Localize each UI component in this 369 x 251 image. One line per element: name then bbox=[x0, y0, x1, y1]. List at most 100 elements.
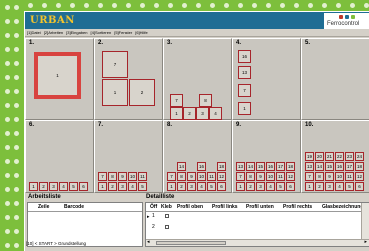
slot-box[interactable]: 1 bbox=[29, 182, 38, 191]
column-header-oeff[interactable]: Öff bbox=[150, 204, 157, 210]
slot-box[interactable]: 8 bbox=[177, 172, 186, 181]
slot-box[interactable]: 2 bbox=[177, 182, 186, 191]
slot-box[interactable]: 11 bbox=[345, 172, 354, 181]
scrollbar-thumb[interactable] bbox=[156, 241, 226, 245]
slot-box[interactable]: 11 bbox=[276, 172, 285, 181]
slot-box[interactable]: 14 bbox=[246, 162, 255, 171]
column-header-profil-unten[interactable]: Profil unten bbox=[246, 204, 274, 210]
slot-box[interactable]: 1 bbox=[98, 182, 107, 191]
slot-box[interactable]: 13 bbox=[305, 162, 314, 171]
slot-box[interactable]: 1 bbox=[238, 102, 251, 115]
slot-box[interactable]: 18 bbox=[217, 162, 226, 171]
slot-box[interactable]: 4 bbox=[59, 182, 68, 191]
slot-box[interactable]: 4 bbox=[128, 182, 137, 191]
slot-box[interactable]: 10 bbox=[335, 172, 344, 181]
slot-box[interactable]: 4 bbox=[209, 107, 222, 120]
column-header-kleb[interactable]: Kleb bbox=[161, 204, 172, 210]
scroll-right-icon[interactable]: ▸ bbox=[364, 239, 367, 245]
column-header-profil-oben[interactable]: Profil oben bbox=[177, 204, 203, 210]
slot-box[interactable]: 3 bbox=[49, 182, 58, 191]
slot-box[interactable]: 19 bbox=[305, 152, 314, 161]
section-4[interactable]: 4. 16 13 7 1 bbox=[232, 38, 301, 120]
column-header-glasbezeichnung[interactable]: Glasbezeichnung bbox=[322, 204, 363, 210]
slot-box[interactable]: 1 bbox=[102, 79, 128, 106]
slot-box[interactable]: 20 bbox=[315, 152, 324, 161]
slot-box[interactable]: 9 bbox=[187, 172, 196, 181]
slot-box[interactable]: 9 bbox=[256, 172, 265, 181]
slot-box[interactable]: 3 bbox=[187, 182, 196, 191]
slot-box[interactable]: 14 bbox=[315, 162, 324, 171]
menu-item-datei[interactable]: [1]Datei bbox=[27, 29, 41, 36]
slot-box[interactable]: 18 bbox=[286, 162, 295, 171]
slot-box[interactable]: 10 bbox=[266, 172, 275, 181]
row-number[interactable]: 2 bbox=[152, 224, 155, 230]
section-8[interactable]: 8. 14 16 18 7 8 9 10 11 12 1 2 3 4 5 6 bbox=[163, 120, 232, 193]
slot-box[interactable]: 7 bbox=[102, 51, 128, 78]
slot-box[interactable]: 9 bbox=[118, 172, 127, 181]
section-9[interactable]: 9. 13 14 15 16 17 18 7 8 9 10 11 12 1 2 3 4 5 6 bbox=[232, 120, 301, 193]
slot-box[interactable]: 16 bbox=[238, 50, 251, 63]
slot-box[interactable]: 6 bbox=[217, 182, 226, 191]
detaillist-table[interactable]: Öff Kleb Profil oben Profil links Profil… bbox=[145, 202, 369, 247]
slot-box[interactable]: 21 bbox=[325, 152, 334, 161]
kleb-checkbox[interactable] bbox=[165, 214, 169, 218]
slot-box[interactable]: 4 bbox=[197, 182, 206, 191]
slot-box[interactable]: 22 bbox=[335, 152, 344, 161]
slot-box[interactable]: 2 bbox=[108, 182, 117, 191]
section-5[interactable]: 5. bbox=[301, 38, 369, 120]
slot-box[interactable]: 15 bbox=[256, 162, 265, 171]
slot-box[interactable]: 1 bbox=[236, 182, 245, 191]
menu-item-fenster[interactable]: [5]Fenster bbox=[114, 29, 132, 36]
slot-box[interactable]: 8 bbox=[199, 94, 212, 107]
slot-box[interactable]: 12 bbox=[217, 172, 226, 181]
slot-box[interactable]: 2 bbox=[39, 182, 48, 191]
horizontal-scrollbar[interactable]: ◂ ▸ bbox=[146, 239, 369, 246]
menu-item-hilfe[interactable]: [6]Hilfe bbox=[135, 29, 147, 36]
vertical-scrollbar[interactable] bbox=[361, 203, 369, 239]
slot-box[interactable]: 7 bbox=[98, 172, 107, 181]
slot-box[interactable]: 11 bbox=[138, 172, 147, 181]
slot-box[interactable]: 12 bbox=[286, 172, 295, 181]
slot-box[interactable]: 9 bbox=[325, 172, 334, 181]
slot-box[interactable]: 24 bbox=[355, 152, 364, 161]
slot-box[interactable]: 6 bbox=[286, 182, 295, 191]
row-number[interactable]: 1 bbox=[152, 213, 155, 219]
slot-box[interactable]: 6 bbox=[355, 182, 364, 191]
kleb-checkbox[interactable] bbox=[165, 225, 169, 229]
slot-box[interactable]: 7 bbox=[238, 84, 251, 97]
slot-box[interactable]: 7 bbox=[167, 172, 176, 181]
slot-box[interactable]: 1 bbox=[167, 182, 176, 191]
column-header-profil-rechts[interactable]: Profil rechts bbox=[283, 204, 312, 210]
menu-item-sortieren[interactable]: [4]Sortieren bbox=[91, 29, 112, 36]
slot-box[interactable]: 5 bbox=[138, 182, 147, 191]
slot-box[interactable]: 14 bbox=[177, 162, 186, 171]
slot-box[interactable]: 7 bbox=[236, 172, 245, 181]
slot-box[interactable]: 3 bbox=[118, 182, 127, 191]
column-header-zeile[interactable]: Zeile bbox=[38, 204, 49, 210]
slot-box[interactable]: 15 bbox=[325, 162, 334, 171]
slot-box[interactable]: 3 bbox=[325, 182, 334, 191]
slot-box[interactable]: 5 bbox=[345, 182, 354, 191]
slot-box[interactable]: 2 bbox=[129, 79, 155, 106]
slot-box[interactable]: 18 bbox=[355, 162, 364, 171]
slot-box[interactable]: 8 bbox=[246, 172, 255, 181]
slot-box[interactable]: 5 bbox=[207, 182, 216, 191]
section-10[interactable]: 10. 19 20 21 22 23 24 13 14 15 16 17 18 7 8 9 10 11 12 1 2 3… bbox=[301, 120, 369, 193]
slot-box[interactable]: 4 bbox=[335, 182, 344, 191]
column-header-barcode[interactable]: Barcode bbox=[64, 204, 84, 210]
slot-box[interactable]: 1 bbox=[170, 107, 183, 120]
slot-box[interactable]: 7 bbox=[170, 94, 183, 107]
slot-box[interactable]: 16 bbox=[197, 162, 206, 171]
section-3[interactable]: 3. 7 8 1 2 3 4 bbox=[163, 38, 232, 120]
menu-item-eingaben[interactable]: [3]Eingaben bbox=[66, 29, 87, 36]
slot-box[interactable]: 11 bbox=[207, 172, 216, 181]
slot-box[interactable]: 13 bbox=[238, 66, 251, 79]
slot-box[interactable]: 7 bbox=[305, 172, 314, 181]
slot-box[interactable]: 5 bbox=[69, 182, 78, 191]
slot-box[interactable]: 13 bbox=[236, 162, 245, 171]
slot-box[interactable]: 12 bbox=[355, 172, 364, 181]
slot-box[interactable]: 4 bbox=[266, 182, 275, 191]
section-6[interactable]: 6. 123456 bbox=[25, 120, 94, 193]
slot-box[interactable]: 16 bbox=[335, 162, 344, 171]
slot-box[interactable]: 8 bbox=[315, 172, 324, 181]
